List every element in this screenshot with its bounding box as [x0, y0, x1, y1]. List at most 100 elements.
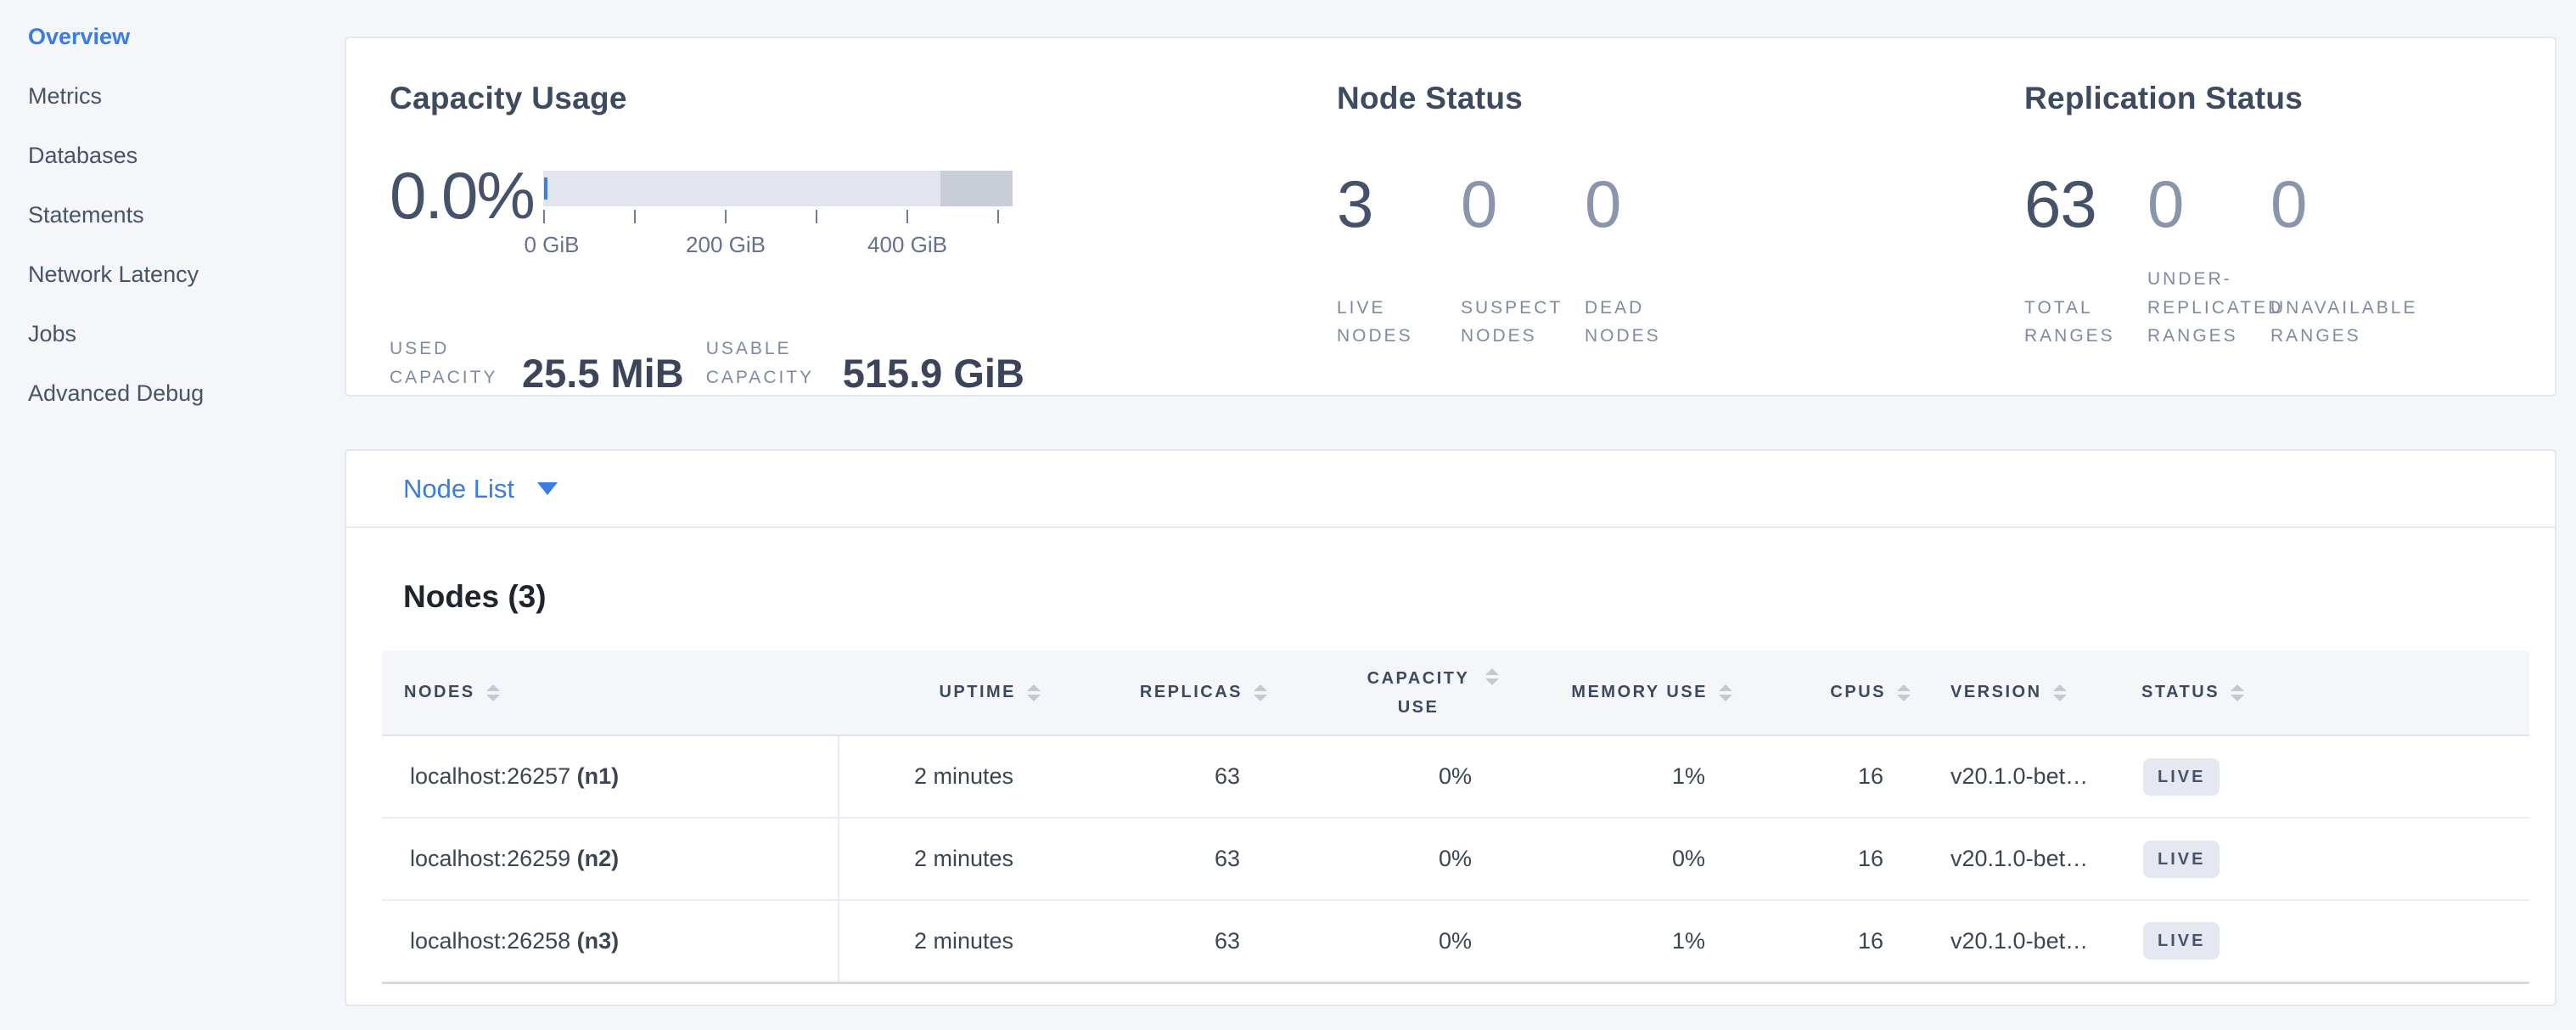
column-label: REPLICAS: [1140, 683, 1243, 702]
under-replicated-ranges-value: 0: [2147, 171, 2270, 237]
replication-status-metrics: 63 TOTAL RANGES 0 UNDER-REPLICATED RANGE…: [2024, 171, 2546, 351]
sort-icon[interactable]: [1027, 684, 1041, 701]
sidebar: Overview Metrics Databases Statements Ne…: [0, 0, 345, 423]
capacity-use-cell: 0%: [1269, 735, 1501, 818]
unavailable-ranges-metric: 0 UNAVAILABLE RANGES: [2270, 171, 2394, 351]
live-nodes-metric: 3 LIVE NODES: [1337, 171, 1461, 351]
live-nodes-value: 3: [1337, 171, 1461, 237]
column-header-replicas[interactable]: REPLICAS: [1042, 650, 1269, 735]
capacity-axis-labels: 0 GiB 200 GiB 400 GiB: [543, 232, 1013, 257]
capacity-bar-reserved-segment: [940, 171, 1013, 206]
replicas-cell: 63: [1042, 735, 1269, 818]
usable-capacity-label: USABLE CAPACITY: [706, 335, 838, 391]
uptime-cell: 2 minutes: [839, 735, 1042, 818]
node-address-link[interactable]: localhost:26259: [410, 846, 570, 871]
sort-icon[interactable]: [1719, 684, 1732, 701]
nodes-heading: Nodes (3): [403, 579, 2555, 615]
capacity-used-percent: 0.0%: [390, 162, 534, 228]
usable-capacity-value: 515.9 GiB: [843, 353, 1024, 393]
sort-icon[interactable]: [1254, 684, 1267, 701]
node-status-title: Node Status: [1337, 81, 2007, 116]
node-id: (n3): [577, 928, 620, 954]
sidebar-item-databases[interactable]: Databases: [28, 126, 345, 185]
node-address-link[interactable]: localhost:26257: [410, 763, 570, 789]
memory-use-cell: 1%: [1501, 900, 1734, 982]
column-header-status[interactable]: STATUS: [2116, 650, 2529, 735]
column-header-version[interactable]: VERSION: [1912, 650, 2116, 735]
sidebar-item-advanced-debug[interactable]: Advanced Debug: [28, 363, 345, 423]
cpus-cell: 16: [1734, 735, 1912, 818]
capacity-use-cell: 0%: [1269, 900, 1501, 982]
live-nodes-label: LIVE NODES: [1337, 294, 1461, 351]
replication-status-title: Replication Status: [2024, 81, 2546, 116]
replicas-cell: 63: [1042, 818, 1269, 900]
axis-label-200: 200 GiB: [686, 232, 766, 258]
view-dropdown[interactable]: Node List: [346, 451, 2555, 528]
node-address-link[interactable]: localhost:26258: [410, 928, 570, 954]
cluster-summary-panel: Capacity Usage 0.0% 0 GiB 200: [345, 37, 2556, 397]
view-dropdown-label[interactable]: Node List: [403, 474, 514, 504]
table-header-row: NODES UPTIME REPLICAS CAPACITY USE MEMOR…: [382, 650, 2529, 735]
status-badge: LIVE: [2143, 841, 2220, 878]
cpus-cell: 16: [1734, 900, 1912, 982]
replicas-cell: 63: [1042, 900, 1269, 982]
table-row: localhost:26259 (n2) 2 minutes 63 0% 0% …: [382, 818, 2529, 900]
suspect-nodes-value: 0: [1461, 171, 1585, 237]
column-label: STATUS: [2141, 683, 2220, 702]
capacity-gauge: 0.0% 0 GiB 200 GiB 400 GiB: [390, 171, 1332, 268]
column-label: CPUS: [1830, 683, 1886, 702]
column-label: NODES: [404, 683, 475, 702]
unavailable-ranges-label: UNAVAILABLE RANGES: [2270, 294, 2417, 351]
table-row: localhost:26257 (n1) 2 minutes 63 0% 1% …: [382, 735, 2529, 818]
column-label: UPTIME: [939, 683, 1016, 702]
column-label: MEMORY USE: [1571, 683, 1708, 702]
used-capacity-value: 25.5 MiB: [522, 353, 684, 393]
table-row: localhost:26258 (n3) 2 minutes 63 0% 1% …: [382, 900, 2529, 982]
sidebar-item-statements[interactable]: Statements: [28, 185, 345, 245]
version-cell: v20.1.0-bet…: [1912, 818, 2116, 900]
used-capacity-label: USED CAPACITY: [390, 335, 517, 391]
version-cell: v20.1.0-bet…: [1912, 900, 2116, 982]
sort-icon[interactable]: [2231, 684, 2244, 701]
replication-status-section: Replication Status 63 TOTAL RANGES 0 UND…: [2024, 38, 2546, 351]
capacity-usage-section: Capacity Usage 0.0% 0 GiB 200: [390, 38, 1332, 391]
suspect-nodes-label: SUSPECT NODES: [1461, 294, 1585, 351]
sort-icon[interactable]: [2053, 684, 2067, 701]
capacity-bar: [543, 171, 1013, 206]
memory-use-cell: 0%: [1501, 818, 1734, 900]
column-header-capacity-use[interactable]: CAPACITY USE: [1269, 650, 1501, 735]
sidebar-item-network-latency[interactable]: Network Latency: [28, 245, 345, 304]
node-status-section: Node Status 3 LIVE NODES 0 SUSPECT NODES…: [1337, 38, 2007, 351]
capacity-usage-title: Capacity Usage: [390, 81, 1332, 116]
node-id: (n2): [577, 846, 620, 871]
nodes-table: NODES UPTIME REPLICAS CAPACITY USE MEMOR…: [382, 650, 2529, 984]
sidebar-item-overview[interactable]: Overview: [28, 7, 345, 66]
node-list-panel: Node List Nodes (3) NODES UPTIME REPLICA…: [345, 449, 2556, 1006]
column-header-nodes[interactable]: NODES: [382, 650, 839, 735]
status-badge: LIVE: [2143, 922, 2220, 960]
node-id: (n1): [577, 763, 620, 789]
suspect-nodes-metric: 0 SUSPECT NODES: [1461, 171, 1585, 351]
capacity-use-cell: 0%: [1269, 818, 1501, 900]
column-header-cpus[interactable]: CPUS: [1734, 650, 1912, 735]
column-header-uptime[interactable]: UPTIME: [839, 650, 1042, 735]
dead-nodes-metric: 0 DEAD NODES: [1585, 171, 1709, 351]
sort-icon[interactable]: [1485, 668, 1499, 685]
total-ranges-label: TOTAL RANGES: [2024, 294, 2147, 351]
column-header-memory-use[interactable]: MEMORY USE: [1501, 650, 1734, 735]
status-badge: LIVE: [2143, 758, 2220, 796]
sidebar-item-jobs[interactable]: Jobs: [28, 304, 345, 363]
total-ranges-value: 63: [2024, 171, 2147, 237]
sidebar-item-metrics[interactable]: Metrics: [28, 66, 345, 126]
memory-use-cell: 1%: [1501, 735, 1734, 818]
chevron-down-icon: [537, 482, 558, 495]
uptime-cell: 2 minutes: [839, 900, 1042, 982]
dead-nodes-label: DEAD NODES: [1585, 294, 1709, 351]
capacity-bar-used-marker: [544, 177, 547, 200]
sort-icon[interactable]: [1897, 684, 1911, 701]
sort-icon[interactable]: [486, 684, 500, 701]
total-ranges-metric: 63 TOTAL RANGES: [2024, 171, 2147, 351]
under-replicated-ranges-label: UNDER-REPLICATED RANGES: [2147, 265, 2283, 351]
axis-label-0: 0 GiB: [524, 232, 579, 258]
column-label: VERSION: [1950, 683, 2042, 702]
